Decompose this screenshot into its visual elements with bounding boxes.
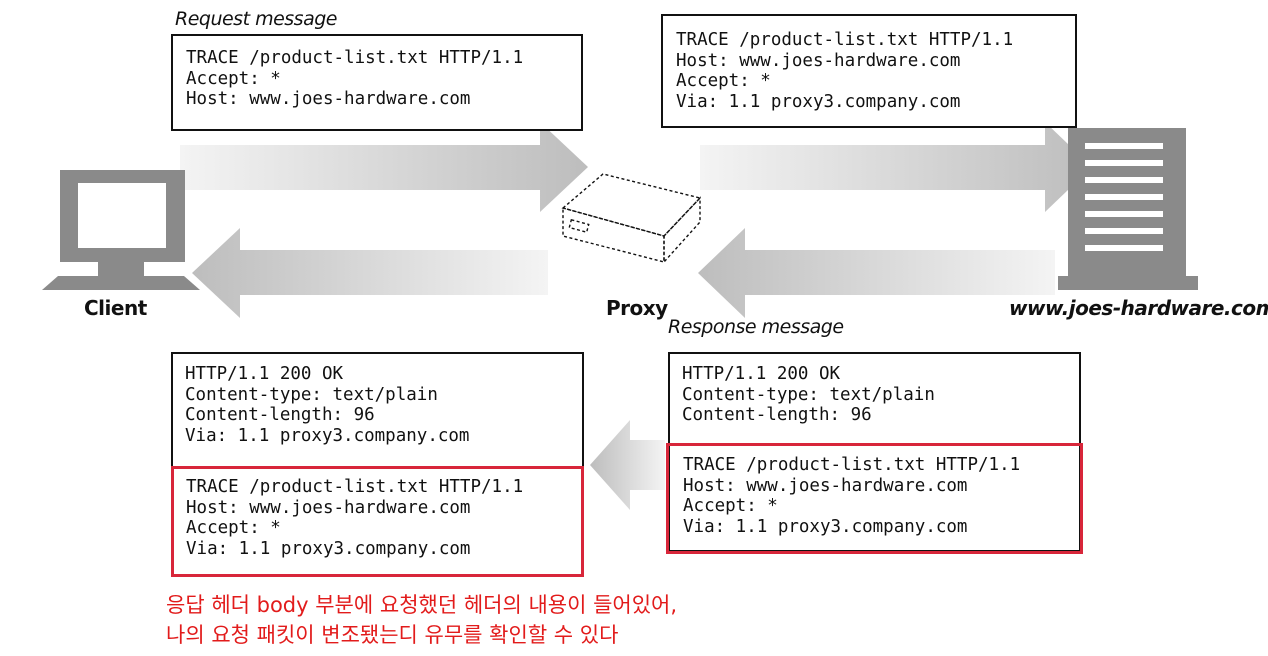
annotation-note-line-2: 나의 요청 패킷이 변조됐는디 유무를 확인할 수 있다 bbox=[166, 623, 619, 647]
request-arrow-client-to-proxy bbox=[180, 122, 588, 212]
request-proxy-line: Accept: * bbox=[676, 71, 771, 91]
request-arrow-proxy-to-server bbox=[700, 122, 1092, 212]
server-icon bbox=[1058, 128, 1198, 290]
response-box-server: HTTP/1.1 200 OK Content-type: text/plain… bbox=[666, 352, 1083, 554]
response-client-body-line: Via: 1.1 proxy3.company.com bbox=[186, 538, 471, 559]
response-arrow-proxy-to-client bbox=[192, 228, 548, 318]
response-client-header-line: Content-type: text/plain bbox=[185, 384, 438, 405]
response-client-body-highlight: TRACE /product-list.txt HTTP/1.1 Host: w… bbox=[171, 466, 584, 577]
client-label: Client bbox=[84, 296, 147, 320]
request-client-line: TRACE /product-list.txt HTTP/1.1 bbox=[186, 48, 524, 68]
response-box-client: HTTP/1.1 200 OK Content-type: text/plain… bbox=[171, 352, 584, 577]
response-client-header-line: Via: 1.1 proxy3.company.com bbox=[185, 425, 470, 446]
request-client-line: Host: www.joes-hardware.com bbox=[186, 89, 471, 109]
response-server-body-highlight: TRACE /product-list.txt HTTP/1.1 Host: w… bbox=[666, 443, 1083, 554]
request-proxy-line: Via: 1.1 proxy3.company.com bbox=[676, 91, 961, 112]
response-server-body-line: Accept: * bbox=[683, 496, 778, 516]
response-server-body-line: Host: www.joes-hardware.com bbox=[683, 475, 968, 496]
proxy-label: Proxy bbox=[606, 296, 668, 320]
server-label: www.joes-hardware.com bbox=[1009, 296, 1268, 320]
request-proxy-line: TRACE /product-list.txt HTTP/1.1 bbox=[676, 30, 1014, 50]
request-box-client: TRACE /product-list.txt HTTP/1.1 Accept:… bbox=[171, 34, 583, 131]
response-client-body-line: TRACE /product-list.txt HTTP/1.1 bbox=[186, 477, 524, 497]
response-client-body-line: Host: www.joes-hardware.com bbox=[186, 497, 471, 518]
response-client-header-line: HTTP/1.1 200 OK bbox=[185, 364, 344, 384]
proxy-device-icon bbox=[561, 173, 702, 264]
annotation-note-line-1: 응답 헤더 body 부분에 요청했던 헤더의 내용이 들어있어, bbox=[166, 593, 678, 617]
response-arrow-server-to-proxy bbox=[698, 228, 1055, 318]
response-message-caption: Response message bbox=[668, 316, 844, 338]
response-server-header-line: HTTP/1.1 200 OK bbox=[682, 364, 841, 384]
request-proxy-line: Host: www.joes-hardware.com bbox=[676, 50, 961, 71]
response-server-header-line: Content-type: text/plain bbox=[682, 384, 935, 405]
request-message-caption: Request message bbox=[175, 8, 337, 30]
response-server-headers: HTTP/1.1 200 OK Content-type: text/plain… bbox=[670, 354, 1079, 426]
response-arrow-lower bbox=[590, 420, 665, 510]
request-box-proxy: TRACE /product-list.txt HTTP/1.1 Host: w… bbox=[661, 14, 1077, 128]
response-client-headers: HTTP/1.1 200 OK Content-type: text/plain… bbox=[173, 354, 582, 446]
response-server-body-line: TRACE /product-list.txt HTTP/1.1 bbox=[683, 455, 1021, 475]
request-client-line: Accept: * bbox=[186, 68, 281, 89]
response-server-body-line: Via: 1.1 proxy3.company.com bbox=[683, 516, 968, 537]
response-client-header-line: Content-length: 96 bbox=[185, 405, 375, 425]
response-client-body-line: Accept: * bbox=[186, 518, 281, 538]
response-server-header-line: Content-length: 96 bbox=[682, 405, 872, 425]
client-computer-icon bbox=[42, 170, 200, 290]
